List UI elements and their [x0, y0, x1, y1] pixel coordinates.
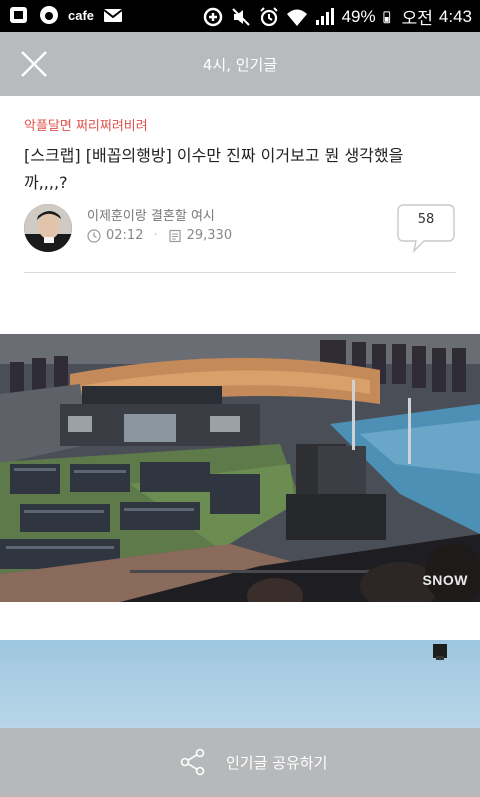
bottom-share-bar[interactable]: 인기글 공유하기	[0, 728, 480, 797]
mail-icon	[103, 9, 123, 22]
post-title: [스크랩] [배꼽의행방] 이수만 진짜 이거보고 뭔 생각했을까,,,,?	[24, 146, 404, 192]
time: 4:43	[438, 6, 472, 26]
author-avatar[interactable]	[24, 204, 72, 252]
mute-icon	[231, 7, 250, 26]
battery-icon	[383, 10, 390, 23]
comment-bubble-icon[interactable]	[396, 202, 456, 254]
share-icon[interactable]	[180, 748, 206, 776]
page-title: 4시, 인기글	[202, 56, 278, 74]
signal-icon	[315, 7, 334, 25]
chat-app-icon	[40, 6, 58, 24]
stadium-photo	[0, 334, 480, 602]
post-meta: 02:12 · 29,330	[87, 228, 232, 243]
cafe-app-icon	[10, 7, 27, 23]
meta-separator: ·	[153, 228, 158, 243]
avatar-photo	[24, 204, 72, 252]
time-ampm: 오전	[401, 9, 433, 28]
header-divider	[24, 272, 456, 273]
wifi-icon	[286, 9, 307, 26]
post-image-stadium[interactable]: SNOW	[0, 334, 480, 602]
status-bar: cafe 49% 오전 4:43	[0, 0, 480, 32]
author-name[interactable]: 이제훈이랑 결혼할 여시	[87, 205, 215, 224]
status-app-label: cafe	[68, 7, 95, 23]
views-icon	[169, 229, 181, 242]
post-image-sky[interactable]	[0, 640, 480, 740]
battery-percent: 49%	[341, 6, 376, 26]
sky-photo	[433, 644, 447, 660]
share-button-label[interactable]: 인기글 공유하기	[226, 752, 327, 773]
image-watermark: SNOW	[422, 572, 468, 588]
post-time: 02:12	[106, 228, 144, 243]
alarm-icon	[259, 6, 278, 26]
comment-count[interactable]: 58	[396, 212, 456, 227]
board-name-link[interactable]: 악플달면 쩌리쩌려비려	[24, 115, 148, 134]
view-count: 29,330	[186, 228, 233, 243]
data-saver-icon	[203, 7, 222, 26]
app-bar: 4시, 인기글	[0, 32, 480, 96]
clock-icon	[87, 228, 101, 243]
